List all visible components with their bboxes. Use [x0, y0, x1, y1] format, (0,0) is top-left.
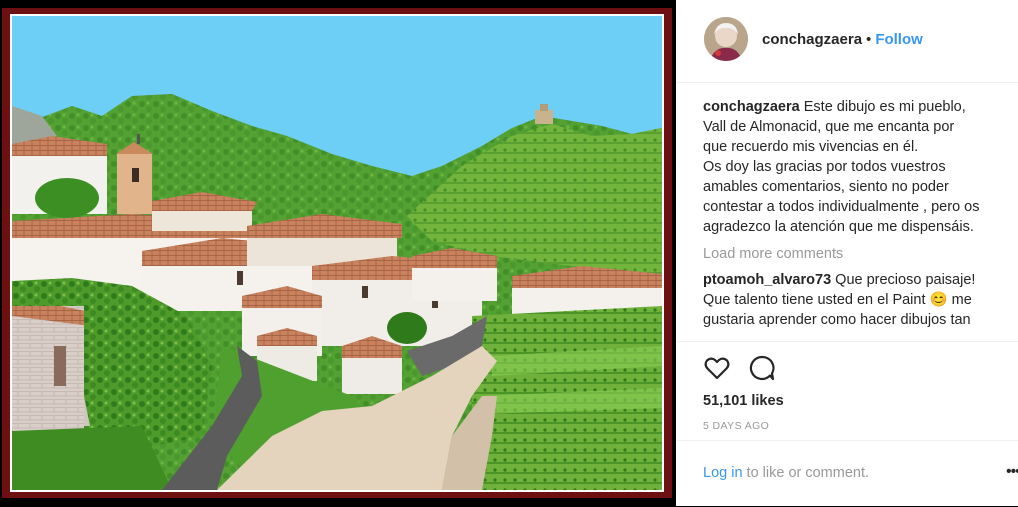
village-painting[interactable]: [12, 16, 662, 490]
login-prompt: Log in to like or comment.: [703, 465, 869, 481]
comment-line-3: gustaria aprender como hacer dibujos tan: [703, 312, 971, 328]
avatar[interactable]: [704, 17, 748, 61]
comment-text-3: me: [947, 292, 972, 308]
heart-icon[interactable]: [703, 354, 731, 382]
caption-line-1: conchagzaera Este dibujo es mi pueblo,: [703, 97, 1009, 117]
caption-line-3: que recuerdo mis vivencias en él.: [703, 139, 919, 155]
separator-dot: •: [866, 31, 872, 48]
post-image-area: [0, 0, 676, 506]
caption-line-6: contestar a todos individualmente , pero…: [703, 199, 980, 215]
login-rest-text: to like or comment.: [742, 465, 870, 481]
caption-username[interactable]: conchagzaera: [703, 99, 800, 115]
username-link[interactable]: conchagzaera: [762, 31, 862, 48]
post-timestamp[interactable]: 5 DAYS AGO: [703, 420, 769, 432]
caption-line-5: amables comentarios, siento no poder: [703, 179, 949, 195]
caption-line-4: Os doy las gracias por todos vuestros: [703, 159, 946, 175]
comment-item: ptoamoh_alvaro73 Que precioso paisaje! Q…: [703, 270, 1009, 330]
comment-line-1: ptoamoh_alvaro73 Que precioso paisaje!: [703, 270, 1009, 290]
smiley-emoji: 😊: [929, 292, 948, 308]
avatar-image: [704, 17, 748, 61]
comment-line-2: Que talento tiene usted en el Paint 😊 me: [703, 290, 1009, 310]
header-line: conchagzaera • Follow: [762, 31, 923, 48]
comment-username[interactable]: ptoamoh_alvaro73: [703, 272, 831, 288]
caption-line-2: Vall de Almonacid, que me encanta por: [703, 119, 955, 135]
follow-button[interactable]: Follow: [875, 31, 923, 48]
picture-frame: [2, 8, 672, 498]
login-bar: Log in to like or comment. •••: [676, 440, 1018, 507]
more-options-icon[interactable]: •••: [1006, 463, 1018, 481]
picture-mat: [10, 14, 664, 492]
caption-text-1: Este dibujo es mi pueblo,: [799, 99, 966, 115]
comment-text-2: Que talento tiene usted en el Paint: [703, 292, 930, 308]
caption: conchagzaera Este dibujo es mi pueblo, V…: [703, 97, 1009, 237]
likes-count[interactable]: 51,101 likes: [703, 393, 784, 409]
caption-line-7: agradezco la atención que me dispensáis.: [703, 219, 974, 235]
instagram-post-view: conchagzaera • Follow conchagzaera Este di…: [0, 0, 1018, 506]
post-header: conchagzaera • Follow: [676, 0, 1018, 83]
login-link[interactable]: Log in: [703, 465, 743, 481]
speech-bubble-icon[interactable]: [748, 354, 776, 382]
comment-text-1: Que precioso paisaje!: [831, 272, 976, 288]
post-sidebar: conchagzaera • Follow conchagzaera Este di…: [676, 0, 1018, 506]
load-more-comments-link[interactable]: Load more comments: [703, 244, 1009, 264]
comments-area[interactable]: conchagzaera Este dibujo es mi pueblo, V…: [703, 97, 1009, 341]
